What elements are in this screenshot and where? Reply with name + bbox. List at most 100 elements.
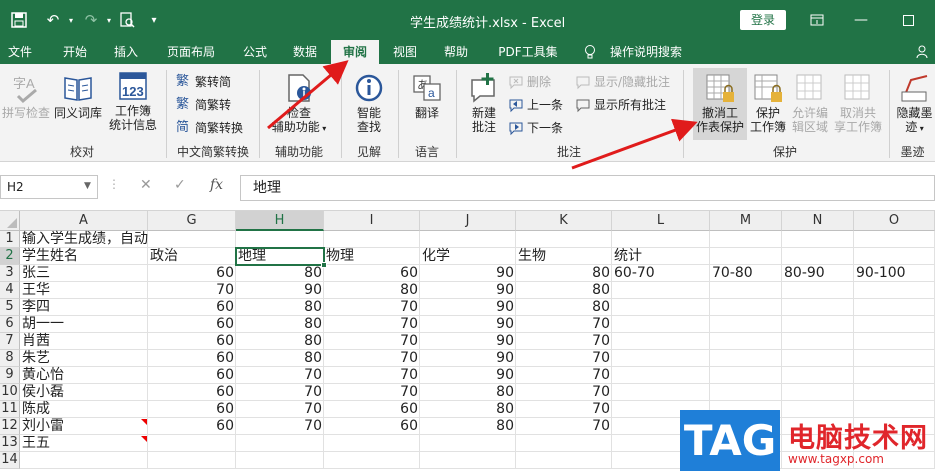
- delete-comment-button[interactable]: 删除: [508, 72, 551, 92]
- score-cell[interactable]: 60: [148, 265, 236, 282]
- tab-pdf-tools[interactable]: PDF工具集: [488, 40, 568, 64]
- student-name-cell[interactable]: 朱艺: [20, 350, 148, 367]
- row-header-11[interactable]: 11: [0, 401, 20, 418]
- redo-dropdown-icon[interactable]: ▾: [104, 10, 114, 30]
- cell[interactable]: [236, 452, 324, 469]
- cell[interactable]: [516, 231, 612, 248]
- score-cell[interactable]: 90: [420, 299, 516, 316]
- maximize-icon[interactable]: [893, 8, 923, 32]
- student-name-cell[interactable]: 陈成: [20, 401, 148, 418]
- row-header-14[interactable]: 14: [0, 452, 20, 469]
- row-header-6[interactable]: 6: [0, 316, 20, 333]
- score-cell[interactable]: 90: [420, 333, 516, 350]
- row-header-2[interactable]: 2: [0, 248, 20, 265]
- cell[interactable]: [710, 316, 782, 333]
- score-cell[interactable]: 80: [236, 316, 324, 333]
- hide-ink-button[interactable]: 隐藏墨 迹 ▾: [894, 68, 935, 136]
- select-all-corner[interactable]: [0, 211, 20, 231]
- cell[interactable]: [782, 282, 854, 299]
- cell[interactable]: [710, 384, 782, 401]
- cell[interactable]: [710, 350, 782, 367]
- save-icon[interactable]: [8, 10, 30, 30]
- cell[interactable]: [710, 367, 782, 384]
- student-name-cell[interactable]: 肖茜: [20, 333, 148, 350]
- spelling-button[interactable]: 字A 拼写检查: [2, 68, 50, 120]
- score-cell[interactable]: 80: [324, 282, 420, 299]
- row-header-12[interactable]: 12: [0, 418, 20, 435]
- cell[interactable]: [612, 299, 710, 316]
- row-header-4[interactable]: 4: [0, 282, 20, 299]
- cell[interactable]: [324, 231, 420, 248]
- score-cell[interactable]: 70: [324, 333, 420, 350]
- cell[interactable]: [324, 435, 420, 452]
- student-name-cell[interactable]: 黄心怡: [20, 367, 148, 384]
- insert-function-icon[interactable]: fx: [210, 177, 223, 193]
- cell[interactable]: [148, 231, 236, 248]
- allow-edit-ranges-button[interactable]: 允许编 辑区域: [789, 68, 831, 134]
- cell[interactable]: [612, 316, 710, 333]
- cell[interactable]: [324, 452, 420, 469]
- score-cell[interactable]: 60: [148, 367, 236, 384]
- column-header-l[interactable]: L: [612, 211, 710, 231]
- student-name-cell[interactable]: 王华: [20, 282, 148, 299]
- unshare-workbook-button[interactable]: 取消共 享工作簿: [833, 68, 883, 134]
- score-cell[interactable]: 60: [148, 316, 236, 333]
- cell[interactable]: [710, 299, 782, 316]
- score-cell[interactable]: 60: [148, 350, 236, 367]
- score-cell[interactable]: 70: [324, 384, 420, 401]
- score-cell[interactable]: 80: [236, 350, 324, 367]
- comment-indicator[interactable]: [141, 419, 147, 425]
- cell[interactable]: [236, 435, 324, 452]
- traditional-to-simplified-button[interactable]: 繁 繁转简: [176, 72, 231, 92]
- tell-me-search[interactable]: 操作说明搜索: [604, 40, 688, 64]
- student-name-cell[interactable]: 侯小磊: [20, 384, 148, 401]
- row-header-7[interactable]: 7: [0, 333, 20, 350]
- student-name-cell[interactable]: 李四: [20, 299, 148, 316]
- score-cell[interactable]: 70: [516, 367, 612, 384]
- cell[interactable]: [148, 435, 236, 452]
- formula-input[interactable]: 地理: [240, 175, 935, 201]
- score-cell[interactable]: 80: [420, 384, 516, 401]
- row-header-10[interactable]: 10: [0, 384, 20, 401]
- cell[interactable]: [420, 231, 516, 248]
- score-cell[interactable]: 70: [516, 401, 612, 418]
- stats-range-cell[interactable]: 70-80: [710, 265, 782, 282]
- student-name-cell[interactable]: 张三: [20, 265, 148, 282]
- cell[interactable]: [854, 367, 935, 384]
- cell[interactable]: [710, 231, 782, 248]
- new-comment-button[interactable]: 新建 批注: [462, 68, 506, 134]
- tab-data[interactable]: 数据: [283, 40, 327, 64]
- cell[interactable]: [420, 452, 516, 469]
- row-header-13[interactable]: 13: [0, 435, 20, 452]
- header-cell[interactable]: 学生姓名: [20, 248, 148, 265]
- cell[interactable]: [710, 248, 782, 265]
- score-cell[interactable]: 70: [516, 350, 612, 367]
- column-header-a[interactable]: A: [20, 211, 148, 231]
- cell[interactable]: [782, 384, 854, 401]
- student-name-cell[interactable]: 刘小雷: [20, 418, 148, 435]
- score-cell[interactable]: 80: [516, 265, 612, 282]
- stats-range-cell[interactable]: 90-100: [854, 265, 935, 282]
- undo-dropdown-icon[interactable]: ▾: [66, 10, 76, 30]
- cell[interactable]: [612, 384, 710, 401]
- column-header-m[interactable]: M: [710, 211, 782, 231]
- score-cell[interactable]: 80: [516, 282, 612, 299]
- score-cell[interactable]: 60: [148, 384, 236, 401]
- cell[interactable]: [854, 248, 935, 265]
- enter-icon[interactable]: ✓: [174, 177, 186, 193]
- score-cell[interactable]: 80: [236, 333, 324, 350]
- share-icon[interactable]: [910, 40, 935, 64]
- score-cell[interactable]: 70: [236, 418, 324, 435]
- cell[interactable]: [148, 452, 236, 469]
- tab-file[interactable]: 文件: [0, 40, 40, 64]
- stats-range-cell[interactable]: 60-70: [612, 265, 710, 282]
- cell[interactable]: [516, 452, 612, 469]
- cell-a1-title[interactable]: 输入学生成绩，自动: [20, 231, 148, 248]
- cell[interactable]: [420, 435, 516, 452]
- score-cell[interactable]: 60: [148, 401, 236, 418]
- check-accessibility-button[interactable]: 检查 辅助功能 ▾: [264, 68, 334, 136]
- cell[interactable]: [782, 248, 854, 265]
- tab-review[interactable]: 审阅: [331, 40, 379, 64]
- score-cell[interactable]: 90: [236, 282, 324, 299]
- name-box-dropdown-icon[interactable]: ▼: [84, 181, 91, 191]
